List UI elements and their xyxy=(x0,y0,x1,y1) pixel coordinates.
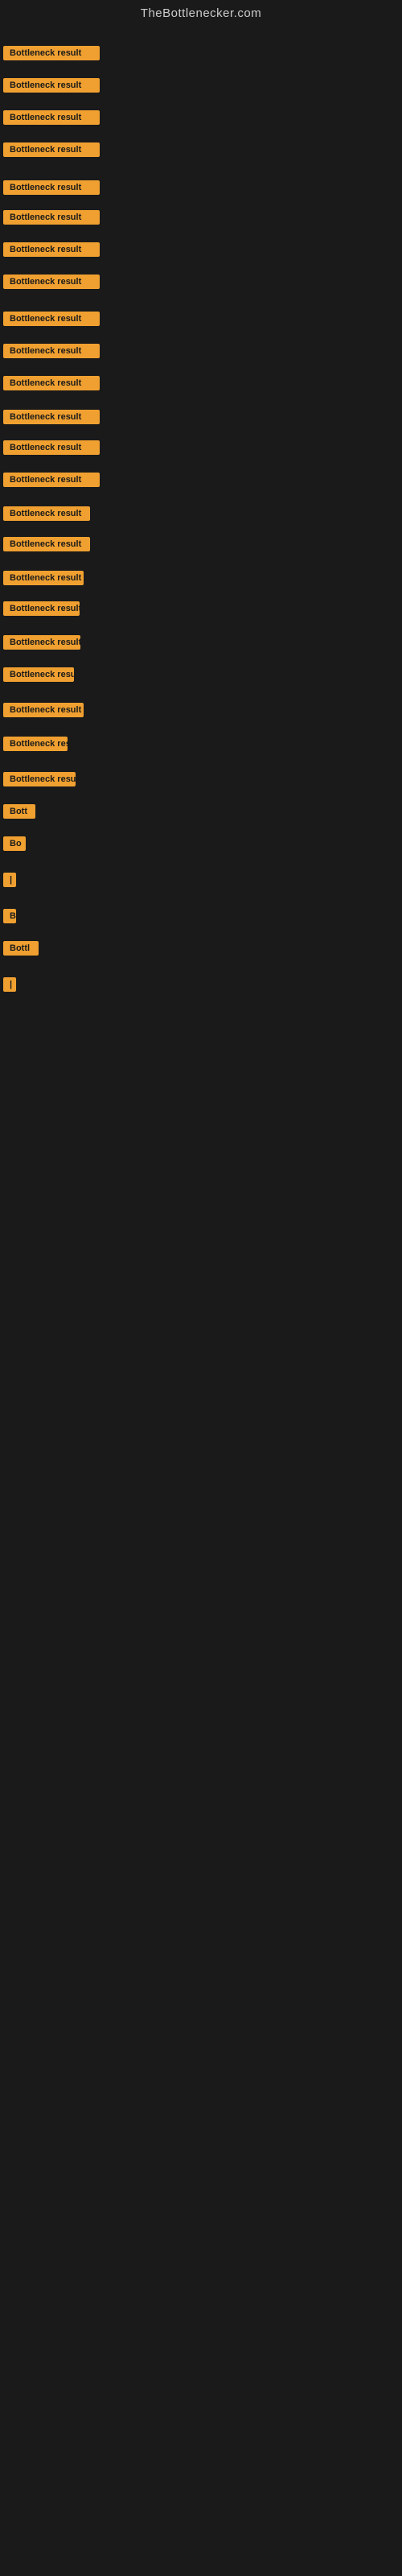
bottleneck-badge: Bottleneck result xyxy=(3,210,100,225)
bottleneck-item: Bottleneck result xyxy=(3,78,100,97)
bottleneck-badge: Bottleneck result xyxy=(3,46,100,60)
bottleneck-badge: Bottleneck result xyxy=(3,667,74,682)
bottleneck-item: Bottleneck result xyxy=(3,376,100,394)
bottleneck-badge: Bottleneck result xyxy=(3,440,100,455)
bottleneck-item: | xyxy=(3,873,16,891)
bottleneck-badge: Bottleneck result xyxy=(3,142,100,157)
bottleneck-item: Bottleneck result xyxy=(3,537,90,555)
items-container: Bottleneck result Bottleneck result Bottle… xyxy=(0,23,402,2559)
bottleneck-item: Bottleneck result xyxy=(3,110,100,129)
bottleneck-badge: B xyxy=(3,909,16,923)
bottleneck-badge: Bottleneck result xyxy=(3,703,84,717)
bottleneck-badge: Bottleneck result xyxy=(3,78,100,93)
bottleneck-item: Bottleneck result xyxy=(3,635,80,654)
bottleneck-badge: Bottleneck result xyxy=(3,537,90,551)
bottleneck-badge: Bottleneck result xyxy=(3,410,100,424)
bottleneck-item: B xyxy=(3,909,16,927)
bottleneck-badge: Bottleneck result xyxy=(3,737,68,751)
bottleneck-item: Bottleneck result xyxy=(3,410,100,428)
bottleneck-item: Bo xyxy=(3,836,26,855)
bottleneck-item: Bottleneck result xyxy=(3,210,100,229)
bottleneck-item: Bottleneck result xyxy=(3,703,84,721)
bottleneck-badge: Bott xyxy=(3,804,35,819)
bottleneck-item: Bottleneck result xyxy=(3,737,68,755)
bottleneck-item: Bottleneck result xyxy=(3,344,100,362)
bottleneck-badge: Bottleneck result xyxy=(3,376,100,390)
bottleneck-badge: Bottleneck result xyxy=(3,635,80,650)
bottleneck-item: Bottleneck result xyxy=(3,772,76,791)
bottleneck-item: Bottleneck result xyxy=(3,667,74,686)
bottleneck-item: Bottleneck result xyxy=(3,312,100,330)
site-title: TheBottlenecker.com xyxy=(0,0,402,23)
bottleneck-item: Bottleneck result xyxy=(3,506,90,525)
bottleneck-badge: | xyxy=(3,873,16,887)
bottleneck-item: Bottleneck result xyxy=(3,180,100,199)
bottleneck-item: Bottleneck result xyxy=(3,142,100,161)
bottleneck-badge: Bottleneck result xyxy=(3,571,84,585)
bottleneck-badge: Bottleneck result xyxy=(3,473,100,487)
bottleneck-item: Bottleneck result xyxy=(3,275,100,293)
bottleneck-badge: Bottleneck result xyxy=(3,275,100,289)
bottleneck-badge: Bottleneck result xyxy=(3,344,100,358)
bottleneck-badge: Bottleneck result xyxy=(3,110,100,125)
bottleneck-item: Bott xyxy=(3,804,35,823)
bottleneck-item: | xyxy=(3,977,16,996)
bottleneck-item: Bottleneck result xyxy=(3,571,84,589)
bottleneck-item: Bottleneck result xyxy=(3,242,100,261)
bottleneck-badge: Bo xyxy=(3,836,26,851)
bottleneck-item: Bottleneck result xyxy=(3,601,80,620)
bottleneck-item: Bottl xyxy=(3,941,39,960)
bottleneck-badge: Bottleneck result xyxy=(3,506,90,521)
page-wrapper: TheBottlenecker.com Bottleneck resultBot… xyxy=(0,0,402,2576)
bottleneck-badge: Bottleneck result xyxy=(3,242,100,257)
bottleneck-badge: | xyxy=(3,977,16,992)
bottleneck-badge: Bottleneck result xyxy=(3,180,100,195)
bottleneck-item: Bottleneck result xyxy=(3,440,100,459)
bottleneck-badge: Bottl xyxy=(3,941,39,956)
bottleneck-item: Bottleneck result xyxy=(3,46,100,64)
bottleneck-badge: Bottleneck result xyxy=(3,772,76,786)
bottleneck-badge: Bottleneck result xyxy=(3,601,80,616)
bottleneck-badge: Bottleneck result xyxy=(3,312,100,326)
bottleneck-item: Bottleneck result xyxy=(3,473,100,491)
